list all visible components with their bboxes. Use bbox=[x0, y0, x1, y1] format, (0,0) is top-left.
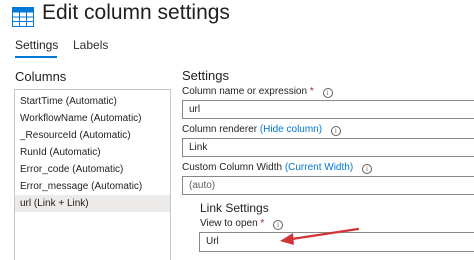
link-settings-heading: Link Settings bbox=[200, 201, 269, 215]
page-title: Edit column settings bbox=[42, 1, 230, 24]
tab-active-indicator bbox=[15, 56, 57, 58]
required-mark: * bbox=[309, 86, 314, 97]
column-item-runid[interactable]: RunId (Automatic) bbox=[15, 144, 170, 161]
info-icon[interactable]: i bbox=[330, 126, 341, 136]
column-name-label: Column name or expression * i bbox=[182, 85, 333, 98]
settings-heading: Settings bbox=[182, 68, 229, 83]
info-icon[interactable]: i bbox=[273, 220, 284, 230]
column-item-error-message[interactable]: Error_message (Automatic) bbox=[15, 178, 170, 195]
column-name-input[interactable]: url bbox=[182, 100, 474, 119]
tab-settings[interactable]: Settings bbox=[15, 37, 58, 53]
column-item-workflowname[interactable]: WorkflowName (Automatic) bbox=[15, 110, 170, 127]
current-width-link[interactable]: (Current Width) bbox=[285, 162, 353, 173]
view-to-open-label: View to open * i bbox=[200, 217, 284, 230]
column-renderer-label-text: Column renderer bbox=[182, 124, 258, 135]
required-mark: * bbox=[260, 218, 265, 229]
info-icon[interactable]: i bbox=[361, 164, 372, 174]
column-name-label-text: Column name or expression bbox=[182, 86, 308, 97]
column-renderer-label: Column renderer (Hide column) i bbox=[182, 123, 341, 136]
column-item-error-code[interactable]: Error_code (Automatic) bbox=[15, 161, 170, 178]
view-to-open-dropdown[interactable]: Url bbox=[199, 232, 474, 252]
column-item-resourceid[interactable]: _ResourceId (Automatic) bbox=[15, 127, 170, 144]
table-icon bbox=[12, 7, 34, 27]
column-item-starttime[interactable]: StartTime (Automatic) bbox=[15, 93, 170, 110]
column-item-url[interactable]: url (Link + Link) bbox=[15, 195, 170, 212]
column-width-input[interactable]: (auto) bbox=[182, 176, 474, 195]
column-renderer-dropdown[interactable]: Link bbox=[182, 138, 474, 157]
info-icon[interactable]: i bbox=[322, 88, 333, 98]
column-width-label-text: Custom Column Width bbox=[182, 162, 283, 173]
columns-list[interactable]: StartTime (Automatic) WorkflowName (Auto… bbox=[14, 89, 171, 260]
column-width-label: Custom Column Width (Current Width) i bbox=[182, 161, 372, 174]
tab-labels[interactable]: Labels bbox=[73, 37, 108, 53]
view-to-open-label-text: View to open bbox=[200, 218, 258, 229]
columns-heading: Columns bbox=[15, 69, 67, 84]
hide-column-link[interactable]: (Hide column) bbox=[260, 124, 322, 135]
